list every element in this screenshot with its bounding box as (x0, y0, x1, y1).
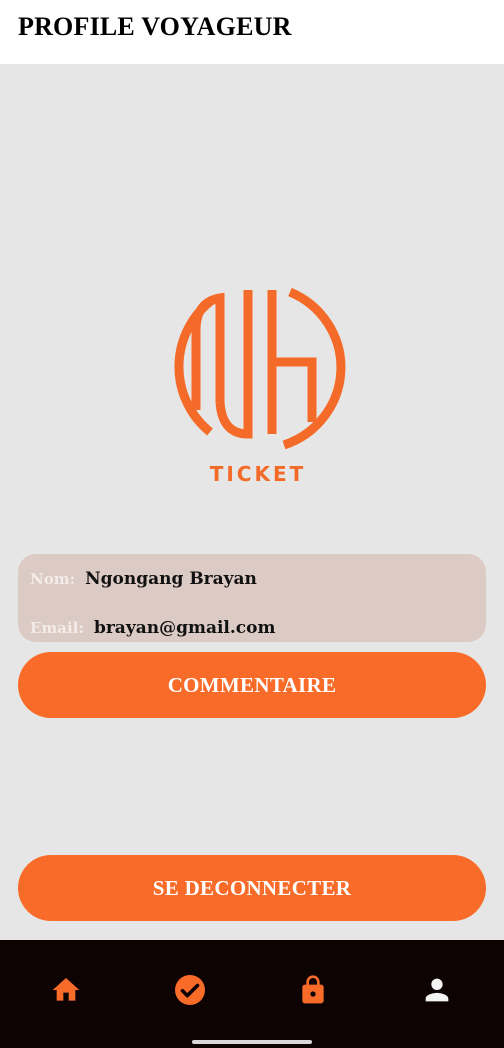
app-header: PROFILE VOYAGEUR (0, 0, 504, 64)
nav-security[interactable] (293, 970, 333, 1010)
name-label: Nom: (30, 570, 76, 588)
logo-text: TICKET (209, 462, 307, 486)
name-row: Nom: Ngongang Brayan (30, 569, 257, 589)
nav-profile[interactable] (417, 970, 457, 1010)
email-label: Email: (30, 619, 84, 637)
name-value: Ngongang Brayan (85, 569, 257, 589)
email-row: Email: brayan@gmail.com (30, 618, 275, 638)
comment-button[interactable]: COMMENTAIRE (18, 652, 486, 718)
email-value: brayan@gmail.com (93, 618, 276, 638)
ng-logo-icon (174, 287, 346, 450)
profile-info-card: Nom: Ngongang Brayan Email: brayan@gmail.c… (18, 554, 486, 642)
nav-bookings[interactable] (170, 970, 210, 1010)
lock-icon (302, 975, 324, 1004)
logout-button[interactable]: SE DECONNECTER (18, 855, 486, 921)
person-icon (425, 978, 449, 1002)
nav-home[interactable] (46, 970, 86, 1010)
check-circle-icon (175, 975, 205, 1005)
bottom-navigation (0, 940, 504, 1048)
page-title: PROFILE VOYAGEUR (18, 12, 292, 41)
home-icon (52, 978, 80, 1001)
home-indicator (192, 1040, 312, 1044)
